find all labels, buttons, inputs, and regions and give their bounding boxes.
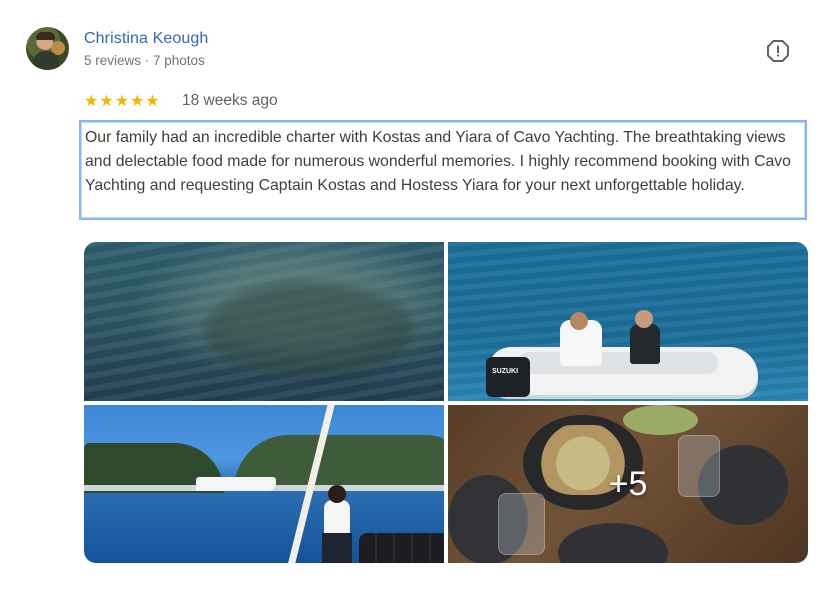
photo-dinghy[interactable]: SUZUKI <box>448 242 808 401</box>
motor-brand: SUZUKI <box>492 368 519 375</box>
review-date: 18 weeks ago <box>182 92 278 109</box>
yacht <box>196 477 276 491</box>
person-woman <box>630 324 660 364</box>
reviewer-name[interactable]: Christina Keough <box>84 30 208 48</box>
boat-fenders <box>359 533 444 563</box>
photo-bay[interactable] <box>84 405 444 563</box>
photo-gallery: SUZUKI +5 <box>84 242 808 563</box>
star-rating: ★★★★★ <box>84 93 161 110</box>
report-icon[interactable] <box>766 39 790 63</box>
photo-food-more[interactable]: +5 <box>448 405 808 563</box>
reviewer-meta: 5 reviews · 7 photos <box>84 53 205 68</box>
more-photos-count[interactable]: +5 <box>448 405 808 563</box>
review-text-box[interactable]: Our family had an incredible charter wit… <box>79 120 807 220</box>
review-card: Christina Keough 5 reviews · 7 photos ★★… <box>0 0 838 589</box>
person-woman-deck <box>324 500 350 534</box>
reviewer-avatar[interactable] <box>26 27 69 70</box>
photo-water[interactable] <box>84 242 444 401</box>
outboard-motor <box>486 357 530 397</box>
review-text: Our family had an incredible charter wit… <box>85 129 791 194</box>
